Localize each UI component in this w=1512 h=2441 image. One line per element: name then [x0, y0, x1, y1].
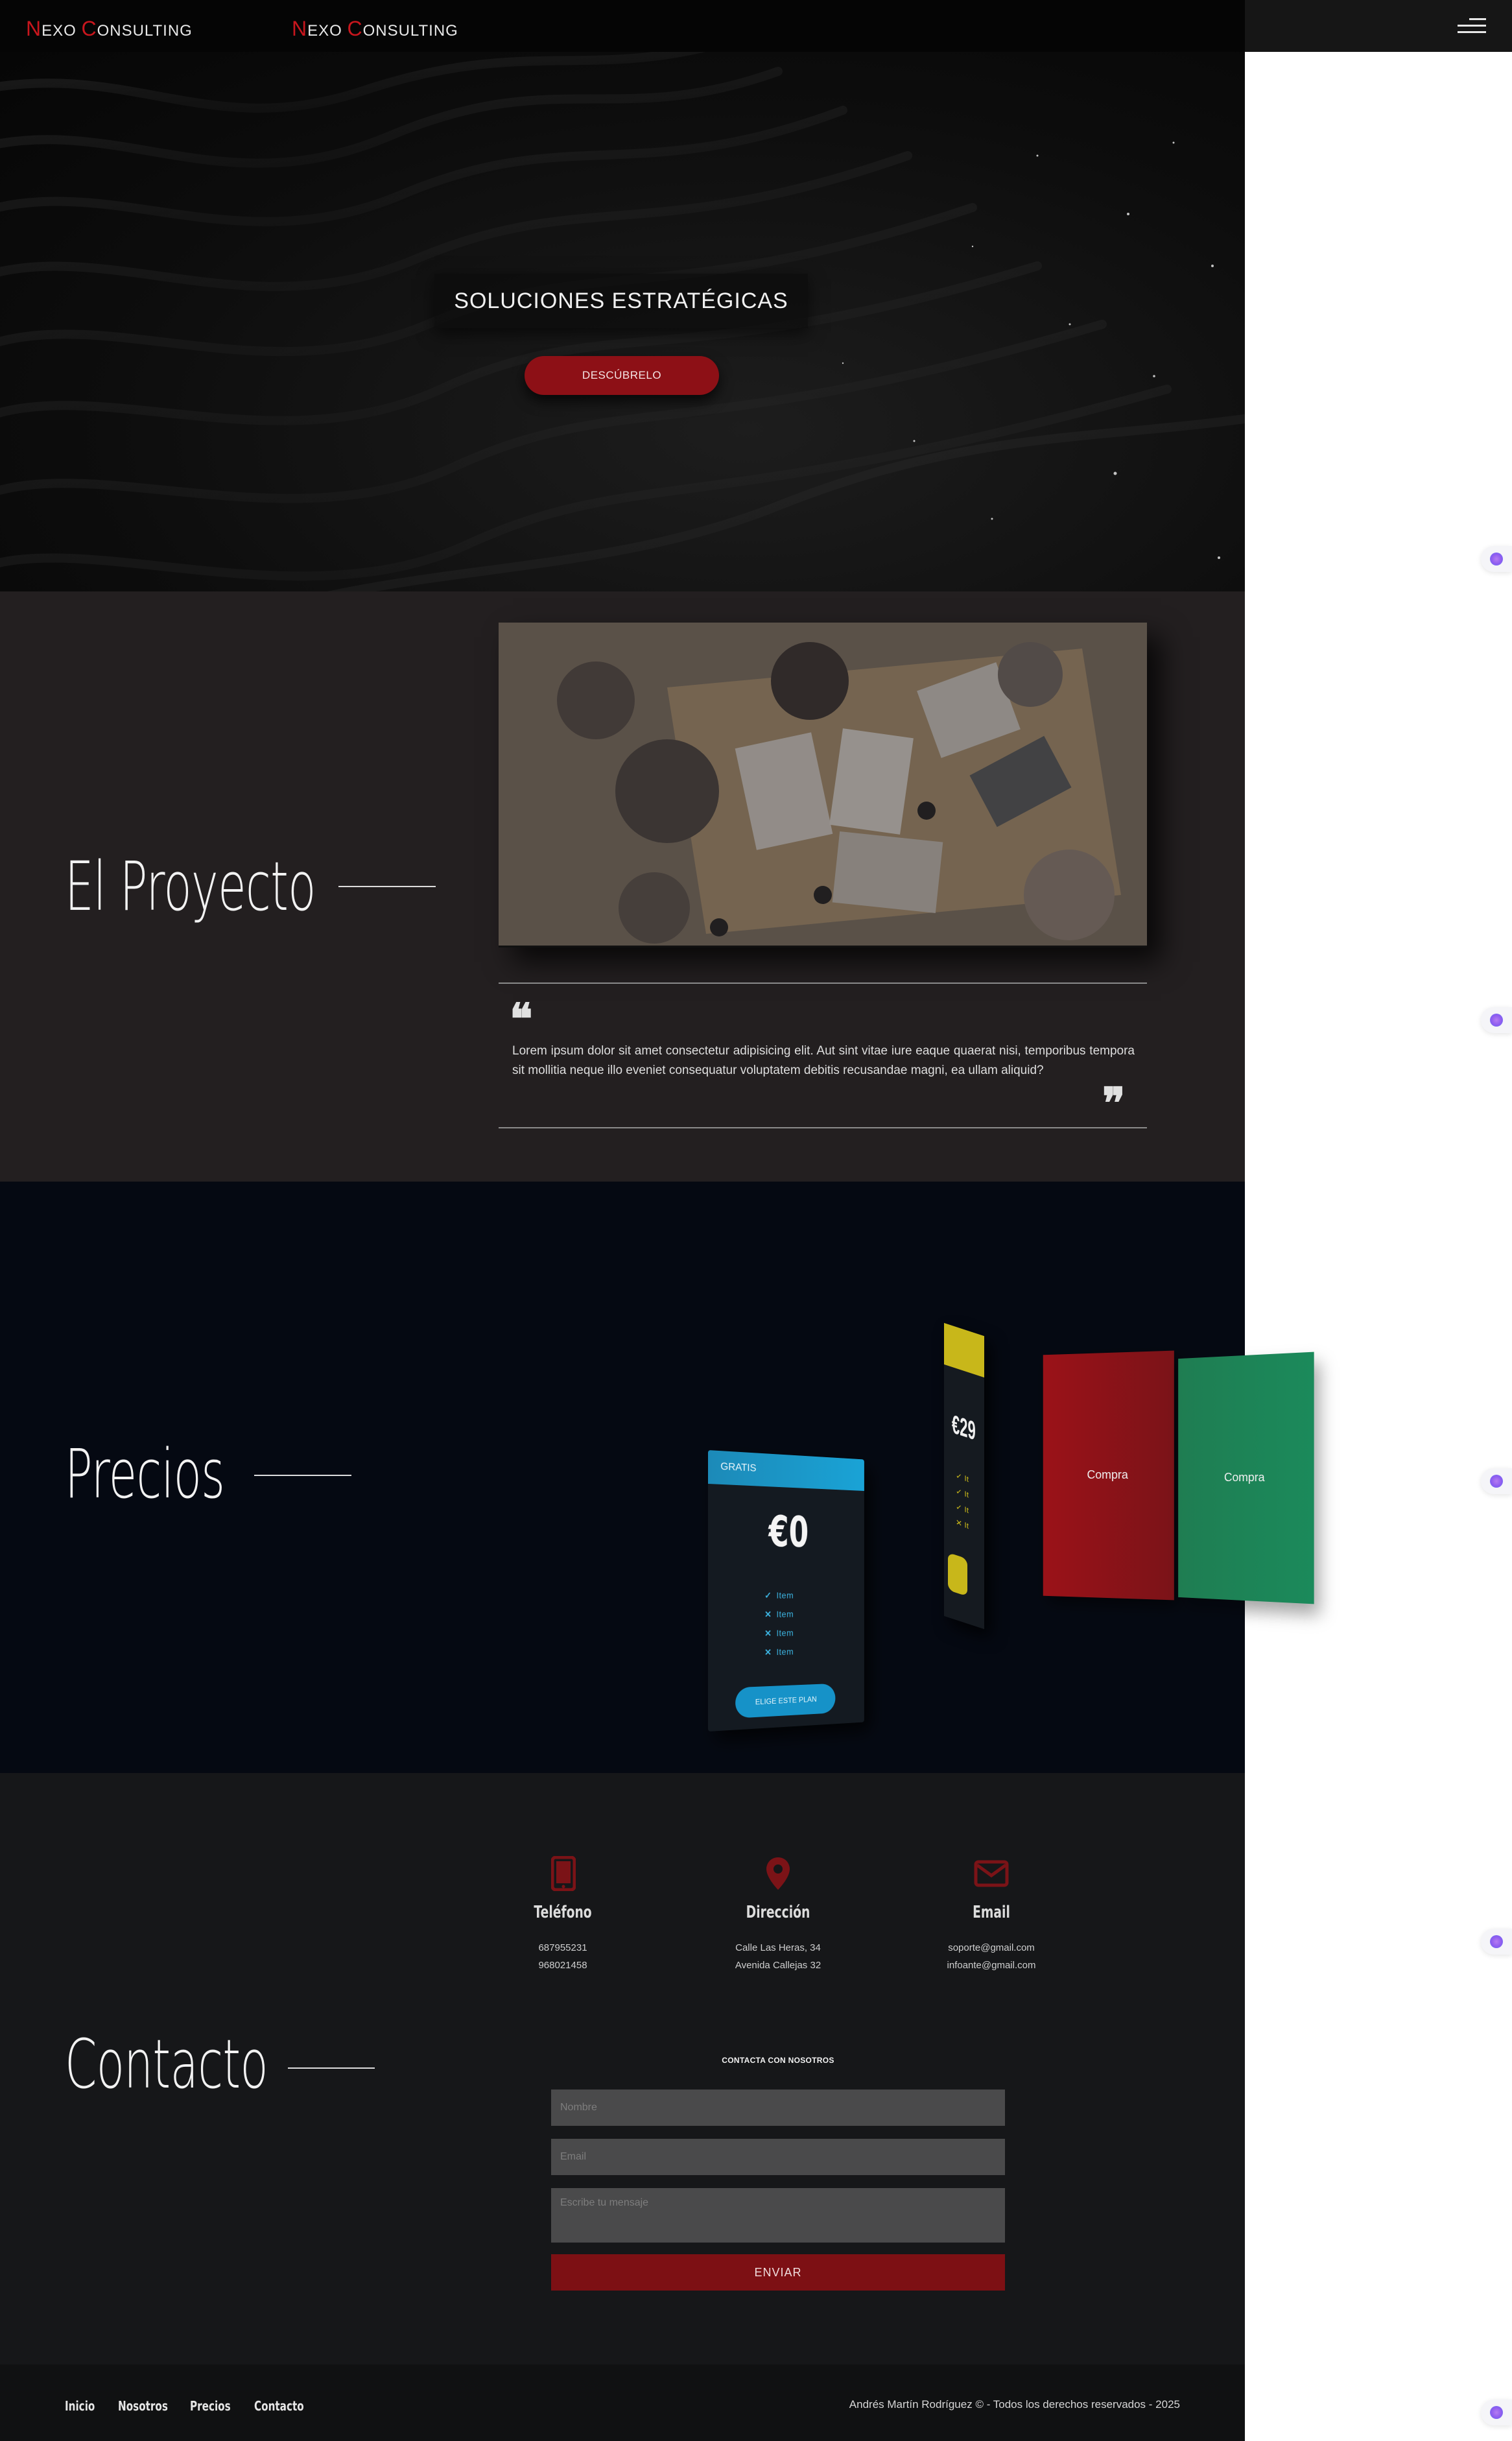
plan-feature: ✓ It	[956, 1470, 969, 1484]
plan-feature: ✕ It	[956, 1517, 969, 1531]
project-quote-text: Lorem ipsum dolor sit amet consectetur a…	[512, 1044, 1135, 1077]
brand-text: EXO	[307, 22, 348, 40]
floating-widget-button[interactable]	[1481, 2399, 1512, 2425]
plan-price: €29	[952, 1409, 976, 1446]
plan-feature: ✕ Item	[764, 1627, 794, 1639]
envelope-icon	[974, 1860, 1009, 1887]
footer-link-precios[interactable]: Precios	[190, 2398, 231, 2414]
brand-initial-c: C	[347, 17, 363, 40]
email-input[interactable]	[551, 2139, 1005, 2175]
cross-icon: ✕	[764, 1647, 772, 1658]
brand-text: EXO	[41, 22, 82, 40]
widget-icon	[1490, 1014, 1503, 1027]
footer-link-inicio[interactable]: Inicio	[65, 2398, 95, 2414]
hamburger-icon[interactable]	[1458, 16, 1486, 36]
open-quote-icon: ❝	[510, 994, 533, 1044]
floating-widget-button[interactable]	[1481, 1468, 1512, 1494]
contact-address-line: Calle Las Heras, 34	[735, 1942, 821, 1953]
cross-icon: ✕	[764, 1609, 772, 1619]
cross-icon: ✕	[764, 1628, 772, 1639]
footer-link-nosotros[interactable]: Nosotros	[118, 2398, 168, 2414]
contact-email-title: Email	[973, 1903, 1010, 1922]
hero-title: SOLUCIONES ESTRATÉGICAS	[434, 274, 808, 328]
contact-address-title: Dirección	[746, 1903, 810, 1922]
brand-logo-secondary[interactable]: NEXO CONSULTING	[292, 17, 458, 41]
contact-address-line: Avenida Callejas 32	[735, 1960, 821, 1971]
pricing-card-free: GRATIS €0 ✓ Item ✕ Item ✕ Item ✕ Item ELIGE …	[708, 1450, 864, 1732]
copyright-text: Andrés Martín Rodríguez © - Todos los de…	[849, 2398, 1180, 2411]
widget-icon	[1490, 2406, 1503, 2419]
pricing-card-standard: €29 ✓ It ✓ It ✓ It ✕ It	[944, 1322, 984, 1630]
pricing-card-green[interactable]: Compra	[1178, 1351, 1314, 1604]
contact-email-line: soporte@gmail.com	[948, 1942, 1035, 1953]
discover-button[interactable]: DESCÚBRELO	[525, 356, 719, 395]
plan-feature: ✓ It	[956, 1501, 969, 1516]
brand-text: ONSULTING	[362, 22, 458, 40]
widget-icon	[1490, 1935, 1503, 1948]
quote-top-rule	[499, 982, 1147, 984]
contact-phone-title: Teléfono	[534, 1903, 592, 1922]
footer: Inicio Nosotros Precios Contacto Andrés …	[0, 2364, 1245, 2441]
check-icon: ✓	[764, 1590, 772, 1601]
hero-section: SOLUCIONES ESTRATÉGICAS DESCÚBRELO	[0, 52, 1245, 591]
phone-icon	[551, 1856, 576, 1891]
plan-label: GRATIS	[720, 1461, 757, 1474]
floating-widget-button[interactable]	[1481, 1007, 1512, 1033]
heading-divider	[338, 886, 436, 887]
brand-initial-n: N	[292, 17, 308, 40]
name-input[interactable]	[551, 2090, 1005, 2126]
project-heading: El Proyecto	[65, 847, 316, 926]
contact-heading: Contacto	[65, 2025, 268, 2104]
meeting-photo	[499, 623, 1147, 947]
location-pin-icon	[766, 1857, 790, 1890]
floating-widget-button[interactable]	[1481, 546, 1512, 572]
contact-phone-line: 687955231	[538, 1942, 587, 1953]
choose-plan-button[interactable]	[948, 1552, 967, 1597]
heading-divider	[288, 2067, 375, 2069]
plan-feature: ✕ Item	[764, 1646, 794, 1658]
contact-form-title: CONTACTA CON NOSOTROS	[722, 2056, 834, 2065]
message-textarea[interactable]	[551, 2188, 1005, 2243]
buy-label: Compra	[1223, 1470, 1265, 1484]
brand-text: ONSULTING	[97, 22, 193, 40]
buy-label: Compra	[1087, 1468, 1128, 1482]
plan-feature: ✕ Item	[764, 1608, 794, 1619]
floating-widget-button[interactable]	[1481, 1929, 1512, 1955]
plan-feature: ✓ It	[956, 1486, 969, 1500]
pricing-heading: Precios	[65, 1435, 225, 1514]
meeting-illustration	[499, 623, 1147, 946]
heading-divider	[254, 1475, 351, 1476]
navbar: NEXO CONSULTING NEXO CONSULTING	[0, 0, 1245, 52]
project-section: El Proyecto ❝ Lorem ipsum dolor sit amet…	[0, 591, 1245, 1182]
pricing-card-red[interactable]: Compra	[1043, 1350, 1174, 1601]
brand-initial-c: C	[81, 17, 97, 40]
plan-price: €0	[768, 1506, 809, 1558]
choose-plan-button[interactable]: ELIGE ESTE PLAN	[735, 1683, 836, 1719]
quote-bottom-rule	[499, 1127, 1147, 1128]
widget-icon	[1490, 553, 1503, 566]
brand-logo[interactable]: NEXO CONSULTING	[26, 17, 193, 41]
contact-phone-line: 968021458	[538, 1960, 587, 1971]
close-quote-icon: ❞	[1102, 1078, 1126, 1128]
contact-email-line: infoante@gmail.com	[947, 1960, 1036, 1971]
send-button[interactable]: ENVIAR	[551, 2254, 1005, 2291]
footer-link-contacto[interactable]: Contacto	[254, 2398, 304, 2414]
brand-initial-n: N	[26, 17, 42, 40]
plan-feature: ✓ Item	[764, 1590, 794, 1601]
widget-icon	[1490, 1475, 1503, 1488]
